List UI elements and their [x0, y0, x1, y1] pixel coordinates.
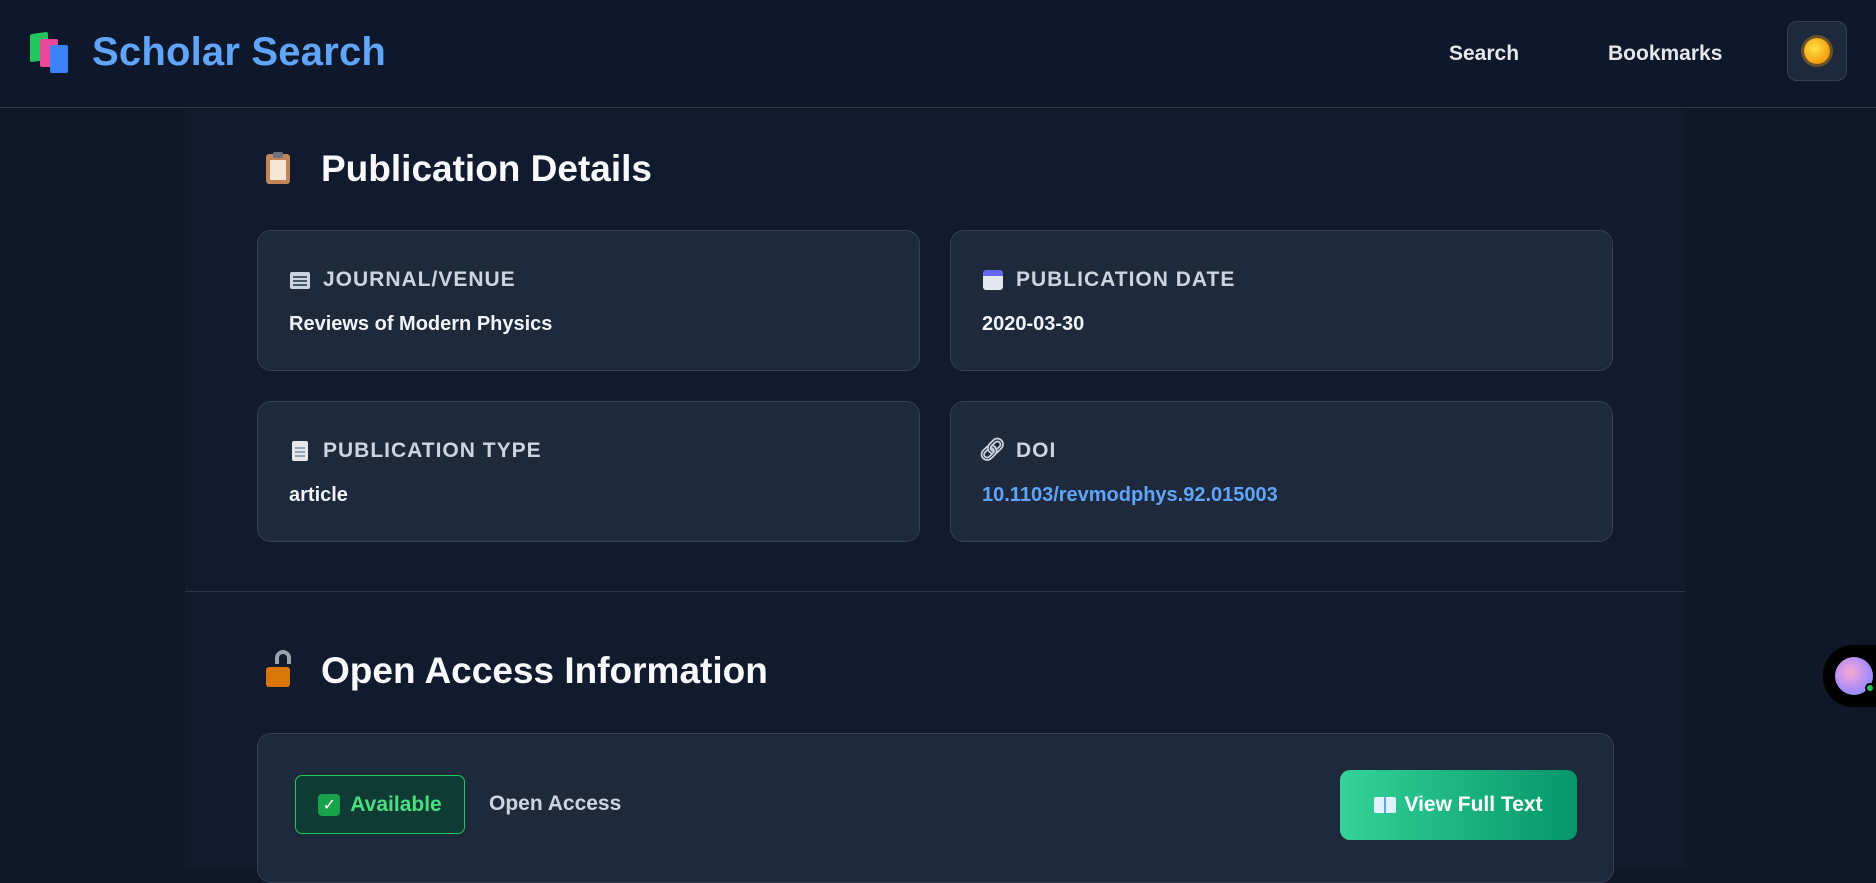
theme-toggle-button[interactable] — [1787, 21, 1847, 81]
top-navbar: Scholar Search Search Bookmarks — [0, 0, 1876, 108]
open-access-card: ✓ Available Open Access View Full Text — [257, 733, 1614, 883]
unlocked-icon — [263, 650, 293, 687]
publication-details-title: Publication Details — [321, 148, 653, 189]
online-status-dot — [1865, 683, 1875, 693]
nav-search-link[interactable]: Search — [1449, 42, 1519, 66]
journal-venue-label-row: JOURNAL/VENUE — [289, 268, 516, 292]
open-access-title: Open Access Information — [321, 650, 768, 691]
nav-bookmarks-wrapper: Bookmarks — [1608, 0, 1722, 108]
calendar-icon — [982, 269, 1004, 291]
sun-icon — [1804, 38, 1830, 64]
publication-type-label: PUBLICATION TYPE — [323, 439, 542, 462]
publication-date-label: PUBLICATION DATE — [1016, 268, 1236, 291]
books-icon — [30, 31, 74, 75]
journal-venue-card: JOURNAL/VENUE Reviews of Modern Physics — [257, 230, 920, 371]
open-access-header: Open Access Information — [263, 650, 768, 692]
journal-venue-value: Reviews of Modern Physics — [289, 313, 553, 335]
document-icon — [289, 440, 311, 462]
journal-venue-label: JOURNAL/VENUE — [323, 268, 516, 291]
doi-card: 🔗︎ DOI 10.1103/revmodphys.92.015003 — [950, 401, 1613, 542]
checkmark-icon: ✓ — [318, 793, 341, 816]
open-access-status: Open Access — [489, 792, 622, 815]
view-full-text-button[interactable]: View Full Text — [1340, 770, 1577, 840]
availability-label: Available — [350, 792, 442, 816]
publication-type-value: article — [289, 484, 348, 506]
section-divider — [185, 591, 1685, 592]
assistant-widget[interactable] — [1823, 645, 1876, 707]
publication-date-card: PUBLICATION DATE 2020-03-30 — [950, 230, 1613, 371]
view-full-text-label: View Full Text — [1404, 793, 1543, 816]
doi-label: DOI — [1016, 439, 1057, 462]
link-icon: 🔗︎ — [978, 438, 1008, 463]
publication-date-label-row: PUBLICATION DATE — [982, 268, 1235, 292]
clipboard-icon — [263, 152, 293, 184]
nav-bookmarks-link[interactable]: Bookmarks — [1608, 42, 1722, 66]
doi-label-row: 🔗︎ DOI — [978, 438, 1057, 463]
newspaper-icon — [289, 269, 311, 291]
publication-date-value: 2020-03-30 — [982, 313, 1085, 335]
nav-search-wrapper: Search — [1449, 0, 1519, 108]
open-book-icon — [1374, 797, 1397, 813]
brand[interactable]: Scholar Search — [30, 30, 386, 75]
publication-type-card: PUBLICATION TYPE article — [257, 401, 920, 542]
publication-details-header: Publication Details — [263, 148, 652, 190]
doi-link[interactable]: 10.1103/revmodphys.92.015003 — [982, 484, 1278, 507]
availability-badge: ✓ Available — [295, 775, 465, 834]
brand-title[interactable]: Scholar Search — [92, 30, 386, 75]
publication-type-label-row: PUBLICATION TYPE — [289, 439, 542, 463]
assistant-avatar — [1835, 657, 1875, 695]
